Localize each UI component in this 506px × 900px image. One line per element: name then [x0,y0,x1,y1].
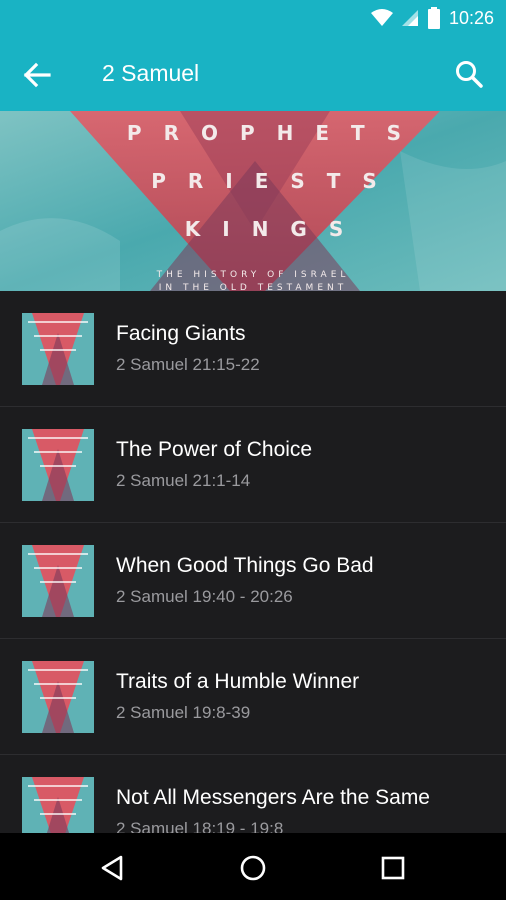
list-item[interactable]: Traits of a Humble Winner 2 Samuel 19:8-… [0,639,506,755]
banner-line-priests: PRIESTS [151,169,399,193]
sermon-thumbnail [22,429,94,501]
sermon-title: Traits of a Humble Winner [116,670,360,693]
nav-recents-button[interactable] [378,853,408,883]
nav-back-button[interactable] [98,853,128,883]
sermon-title: The Power of Choice [116,438,313,461]
banner-line-kings: KINGS [184,217,366,241]
sermon-reference: 2 Samuel 19:40 - 20:26 [116,587,293,606]
wifi-icon [370,9,393,26]
page-title: 2 Samuel [102,60,200,86]
series-banner: PROPHETS PRIESTS KINGS THE HISTORY OF IS… [0,111,506,291]
list-item[interactable]: The Power of Choice 2 Samuel 21:1-14 [0,407,506,523]
list-item[interactable]: Facing Giants 2 Samuel 21:15-22 [0,291,506,407]
nav-back-icon [101,855,123,881]
back-button[interactable] [22,61,52,89]
banner-subtitle-line2: IN THE OLD TESTAMENT [158,283,348,291]
signal-icon [401,10,418,26]
sermon-title: Facing Giants [116,322,246,345]
sermon-reference: 2 Samuel 21:1-14 [116,471,251,490]
search-button[interactable] [454,59,484,89]
nav-home-button[interactable] [238,853,268,883]
banner-subtitle: THE HISTORY OF ISRAEL IN THE OLD TESTAME… [0,269,506,291]
list-item[interactable]: Not All Messengers Are the Same 2 Samuel… [0,755,506,833]
banner-line-prophets: PROPHETS [126,121,424,145]
status-icons: 10:26 [370,7,494,29]
battery-icon [427,7,440,29]
sermon-title: Not All Messengers Are the Same [116,786,430,809]
sermon-thumbnail [22,313,94,385]
sermon-thumbnail [22,545,94,617]
banner-subtitle-line1: THE HISTORY OF ISRAEL [156,270,350,280]
status-time: 10:26 [448,7,494,28]
system-nav-bar [0,833,506,900]
sermon-title: When Good Things Go Bad [116,554,374,577]
sermon-reference: 2 Samuel 18:19 - 19:8 [116,819,284,833]
status-bar: 10:26 [0,0,506,37]
sermon-thumbnail [22,777,94,833]
nav-recents-icon [381,856,405,880]
sermon-reference: 2 Samuel 19:8-39 [116,703,251,722]
sermon-list: Facing Giants 2 Samuel 21:15-22 The Powe… [0,291,506,833]
sermon-reference: 2 Samuel 21:15-22 [116,355,260,374]
back-arrow-icon [23,62,51,88]
search-icon [456,61,483,88]
list-item[interactable]: When Good Things Go Bad 2 Samuel 19:40 -… [0,523,506,639]
sermon-thumbnail [22,661,94,733]
nav-home-icon [240,855,266,881]
app-bar: 2 Samuel [0,37,506,111]
